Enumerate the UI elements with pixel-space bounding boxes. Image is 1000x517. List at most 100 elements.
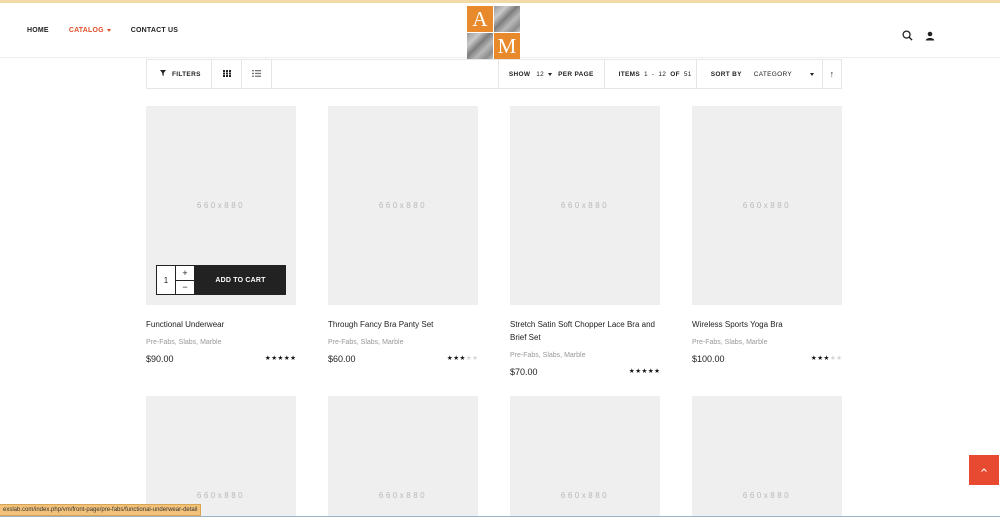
list-icon <box>252 69 261 79</box>
items-to: 12 <box>658 70 667 78</box>
product-name[interactable]: Stretch Satin Soft Chopper Lace Bra and … <box>510 318 660 344</box>
product-image[interactable]: 660x880 <box>692 106 842 305</box>
product-image[interactable]: 660x880 <box>146 396 296 516</box>
star-icon: ★ <box>290 354 296 362</box>
sort-control: SORT BY CATEGORY <box>697 60 823 88</box>
list-view-button[interactable] <box>242 60 272 88</box>
filters-label: FILTERS <box>172 70 201 78</box>
chevron-up-icon <box>981 468 987 472</box>
grid-view-button[interactable] <box>212 60 242 88</box>
star-icon: ★ <box>271 354 278 362</box>
product-card: 660x880 Wireless Sports Yoga Bra Pre-Fab… <box>692 106 842 364</box>
rating-stars: ★ ★ ★ ★ ★ <box>810 354 842 363</box>
filters-button[interactable]: FILTERS <box>147 60 212 88</box>
product-category: Pre-Fabs, Slabs, Marble <box>328 339 404 346</box>
of-label: OF <box>670 70 680 78</box>
logo-letter-m: M <box>494 33 520 59</box>
toolbar-right: SHOW 12 PER PAGE ITEMS 1 - 12 OF 51 SORT… <box>497 60 841 88</box>
price-line: $100.00 ★ ★ ★ ★ ★ <box>692 354 842 364</box>
scroll-to-top-button[interactable] <box>969 455 999 485</box>
items-from: 1 <box>644 70 648 78</box>
product-image[interactable]: 660x880 <box>692 396 842 516</box>
star-icon: ★ <box>641 367 648 375</box>
sort-arrow-icon: ↑ <box>829 69 835 79</box>
nav-contact[interactable]: CONTACT US <box>131 27 178 34</box>
product-name[interactable]: Through Fancy Bra Panty Set <box>328 318 478 331</box>
star-icon: ★ <box>446 354 453 362</box>
product-price: $90.00 <box>146 354 174 364</box>
product-image[interactable]: 660x880 <box>328 106 478 305</box>
add-to-cart-button[interactable]: ADD TO CART <box>195 265 286 295</box>
placeholder-label: 660x880 <box>742 490 792 500</box>
product-name[interactable]: Wireless Sports Yoga Bra <box>692 318 842 331</box>
product-price: $100.00 <box>692 354 725 364</box>
star-icon: ★ <box>823 354 830 362</box>
grid-icon <box>222 69 231 79</box>
items-total: 51 <box>683 70 692 78</box>
placeholder-label: 660x880 <box>560 201 610 210</box>
placeholder-label: 660x880 <box>560 490 610 500</box>
per-page-select[interactable]: 12 <box>536 71 553 78</box>
star-icon: ★ <box>647 367 654 375</box>
placeholder-label: 660x880 <box>196 490 246 500</box>
star-icon: ★ <box>264 354 271 362</box>
sort-direction-button[interactable]: ↑ <box>823 60 841 88</box>
sort-label: SORT BY <box>710 70 742 78</box>
placeholder-label: 660x880 <box>742 201 792 210</box>
product-name[interactable]: Functional Underwear <box>146 318 296 331</box>
star-icon: ★ <box>810 354 817 362</box>
user-icon[interactable] <box>925 28 935 46</box>
site-header: HOME CATALOG CONTACT US A M <box>0 3 1000 59</box>
star-icon: ★ <box>277 354 284 362</box>
product-card: 660x880 <box>146 396 296 516</box>
star-icon: ★ <box>829 354 836 362</box>
items-dash: - <box>651 70 655 78</box>
catalog-toolbar: FILTERS SHOW 12 PER PAGE ITEMS 1 - 12 OF… <box>146 59 842 89</box>
product-image[interactable]: 660x880 <box>328 396 478 516</box>
product-price: $60.00 <box>328 354 356 364</box>
show-label: SHOW <box>508 70 531 78</box>
product-card: 660x880 <box>692 396 842 516</box>
plus-button[interactable]: + <box>176 265 195 280</box>
product-card: 660x880 <box>328 396 478 516</box>
main-nav: HOME CATALOG CONTACT US <box>27 27 198 34</box>
product-image[interactable]: 660x880 1 + − ADD TO CART <box>146 106 296 305</box>
star-icon: ★ <box>453 354 460 362</box>
nav-catalog[interactable]: CATALOG <box>69 27 111 34</box>
logo-marble-tile <box>494 6 520 32</box>
star-icon: ★ <box>472 354 478 362</box>
product-image[interactable]: 660x880 <box>510 396 660 516</box>
product-category: Pre-Fabs, Slabs, Marble <box>510 352 586 359</box>
product-category: Pre-Fabs, Slabs, Marble <box>692 339 768 346</box>
quantity-stepper: + − <box>176 265 195 295</box>
star-icon: ★ <box>817 354 824 362</box>
nav-catalog-label: CATALOG <box>68 27 104 34</box>
chevron-down-icon <box>810 72 814 76</box>
header-icons <box>902 28 935 46</box>
star-icon: ★ <box>836 354 842 362</box>
browser-status-bar: exslab.com/index.php/vm/front-page/pre-f… <box>0 504 202 516</box>
site-logo[interactable]: A M <box>467 6 520 59</box>
sort-select[interactable]: CATEGORY <box>754 71 814 78</box>
rating-stars: ★ ★ ★ ★ ★ <box>629 367 660 376</box>
add-to-cart-group: 1 + − ADD TO CART <box>156 265 286 295</box>
chevron-down-icon <box>548 72 553 76</box>
price-line: $90.00 ★ ★ ★ ★ ★ <box>146 354 296 364</box>
product-category: Pre-Fabs, Slabs, Marble <box>146 339 222 346</box>
quantity-input[interactable]: 1 <box>156 265 176 295</box>
nav-home[interactable]: HOME <box>27 27 49 34</box>
product-card: 660x880 <box>510 396 660 516</box>
star-icon: ★ <box>465 354 472 362</box>
per-page-control: SHOW 12 PER PAGE <box>497 60 605 88</box>
star-icon: ★ <box>283 354 290 362</box>
placeholder-label: 660x880 <box>196 201 246 210</box>
filter-icon <box>160 70 166 78</box>
product-card: 660x880 Stretch Satin Soft Chopper Lace … <box>510 106 660 377</box>
minus-button[interactable]: − <box>176 279 195 295</box>
items-label: ITEMS <box>618 70 640 78</box>
search-icon[interactable] <box>902 28 913 46</box>
product-image[interactable]: 660x880 <box>510 106 660 305</box>
logo-letter-a: A <box>467 6 493 32</box>
items-count: ITEMS 1 - 12 OF 51 <box>605 60 697 88</box>
logo-marble-tile <box>467 33 493 59</box>
